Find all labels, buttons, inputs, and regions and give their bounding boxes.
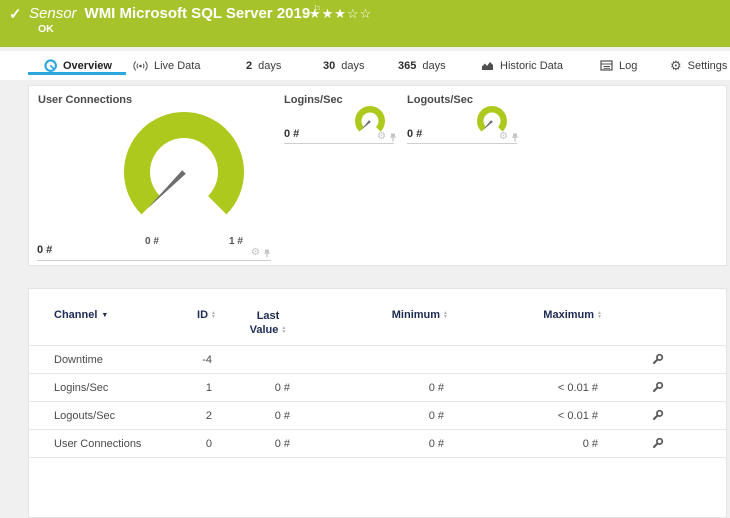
tab-live-data[interactable]: Live Data — [133, 51, 200, 80]
channel-maximum: 0 # — [582, 437, 598, 450]
status-ok-check-icon: ✓ — [9, 6, 22, 23]
priority-stars[interactable]: ★★★☆☆ — [309, 6, 372, 22]
channel-id: -4 — [202, 353, 212, 366]
tab-365-days-label: days — [422, 59, 446, 72]
gauge-divider — [407, 143, 517, 144]
channel-last-value: 0 # — [274, 437, 290, 450]
gauge-scale-min: 0 # — [145, 236, 159, 247]
channel-minimum: 0 # — [428, 409, 444, 422]
tab-bar: Overview Live Data 2 days 30 days 365 da… — [0, 51, 730, 80]
gauge-pin-icon[interactable] — [263, 249, 271, 258]
gauge-settings-icon[interactable]: ⚙ — [499, 132, 508, 142]
gauge-tools: ⚙ — [251, 248, 271, 258]
sensor-title-line: Sensor WMI Microsoft SQL Server 2019 ⚐ — [29, 4, 321, 22]
channel-name[interactable]: Logins/Sec — [54, 382, 189, 394]
user-connections-gauge — [124, 112, 244, 215]
tab-log[interactable]: Log — [600, 51, 637, 80]
tab-historic-data-label: Historic Data — [500, 59, 563, 72]
channel-last-value: 0 # — [274, 409, 290, 422]
column-header-maximum[interactable]: Maximum ▲ ▼ — [448, 309, 602, 321]
channel-id: 0 — [205, 437, 212, 450]
channels-table-panel: Channel ▼ ID ▲ ▼ Last Value ▲ ▼ Minimum ▲ ▼ Max… — [28, 288, 727, 518]
channels-table-header: Channel ▼ ID ▲ ▼ Last Value ▲ ▼ Minimum ▲ ▼ Max… — [29, 289, 726, 346]
column-header-last-value[interactable]: Last Value ▲ ▼ — [242, 309, 294, 338]
channel-name[interactable]: Logouts/Sec — [54, 410, 189, 422]
channel-minimum: 0 # — [428, 437, 444, 450]
column-header-id[interactable]: ID ▲ ▼ — [189, 309, 216, 321]
active-tab-underline — [28, 72, 126, 75]
tab-overview[interactable]: Overview — [44, 51, 112, 80]
gauge-icon — [44, 59, 57, 72]
gauge-logins-title: Logins/Sec — [284, 94, 343, 106]
gear-icon: ⚙ — [670, 58, 682, 73]
sensor-status-text: OK — [38, 23, 54, 35]
channel-minimum: 0 # — [428, 381, 444, 394]
gauge-tools: ⚙ — [499, 132, 519, 142]
tab-overview-label: Overview — [63, 59, 112, 72]
tab-historic-data[interactable]: Historic Data — [481, 51, 563, 80]
sensor-title: WMI Microsoft SQL Server 2019 — [84, 5, 311, 22]
column-header-channel[interactable]: Channel ▼ — [54, 309, 189, 321]
gauges-panel: User Connections 0 # 1 # 0 # ⚙ Logins/Se… — [28, 85, 727, 266]
sensor-status-bar: ✓ Sensor WMI Microsoft SQL Server 2019 ⚐ ★… — [0, 0, 730, 47]
table-row-downtime: Downtime -4 — [29, 346, 726, 374]
tab-365-days[interactable]: 365 days — [398, 51, 446, 80]
channel-settings-wrench-icon[interactable] — [651, 381, 664, 394]
tab-2-days-label: days — [258, 59, 282, 72]
tab-30-days-label: days — [341, 59, 365, 72]
tab-30-days[interactable]: 30 days — [323, 51, 365, 80]
channel-name[interactable]: User Connections — [54, 438, 189, 450]
channel-name[interactable]: Downtime — [54, 354, 189, 366]
gauge-settings-icon[interactable]: ⚙ — [251, 248, 260, 258]
table-row-logouts-sec: Logouts/Sec 2 0 # 0 # < 0.01 # — [29, 402, 726, 430]
gauge-logouts-title: Logouts/Sec — [407, 94, 474, 106]
gauge-pin-icon[interactable] — [511, 133, 519, 142]
channel-settings-wrench-icon[interactable] — [651, 437, 664, 450]
tab-settings[interactable]: ⚙ Settings — [670, 51, 727, 80]
channel-maximum: < 0.01 # — [557, 409, 598, 422]
tab-log-label: Log — [619, 59, 638, 72]
tab-30-days-number: 30 — [323, 59, 336, 72]
table-row-logins-sec: Logins/Sec 1 0 # 0 # < 0.01 # — [29, 374, 726, 402]
gauge-user-connections-title: User Connections — [38, 94, 133, 106]
gauge-logins-value: 0 # — [284, 128, 300, 140]
channel-settings-wrench-icon[interactable] — [651, 353, 664, 366]
column-header-minimum[interactable]: Minimum ▲ ▼ — [294, 309, 448, 321]
gauge-logouts-value: 0 # — [407, 128, 423, 140]
channel-id: 1 — [205, 381, 212, 394]
gauge-divider — [37, 260, 271, 261]
live-signal-icon — [133, 60, 148, 71]
channel-settings-wrench-icon[interactable] — [651, 409, 664, 422]
channel-maximum: < 0.01 # — [557, 381, 598, 394]
gauge-settings-icon[interactable]: ⚙ — [377, 132, 386, 142]
gauge-divider — [284, 143, 394, 144]
sort-icon: ▲ ▼ — [597, 309, 602, 321]
tab-2-days-number: 2 — [246, 59, 253, 72]
sort-desc-icon: ▼ — [101, 311, 109, 319]
gauge-user-connections-value: 0 # — [37, 244, 53, 256]
tab-2-days[interactable]: 2 days — [246, 51, 281, 80]
sort-icon: ▲ ▼ — [281, 324, 287, 336]
tab-live-data-label: Live Data — [154, 59, 201, 72]
table-row-user-connections: User Connections 0 0 # 0 # 0 # — [29, 430, 726, 458]
log-list-icon — [600, 60, 613, 71]
gauge-tools: ⚙ — [377, 132, 397, 142]
gauge-pin-icon[interactable] — [389, 133, 397, 142]
tab-365-days-number: 365 — [398, 59, 417, 72]
historic-chart-icon — [482, 62, 493, 70]
sort-icon: ▲ ▼ — [211, 309, 216, 321]
channel-id: 2 — [205, 409, 212, 422]
tab-settings-label: Settings — [687, 59, 728, 72]
channel-last-value: 0 # — [274, 381, 290, 394]
sensor-kind-label: Sensor — [29, 5, 77, 22]
gauge-scale-max: 1 # — [229, 236, 243, 247]
